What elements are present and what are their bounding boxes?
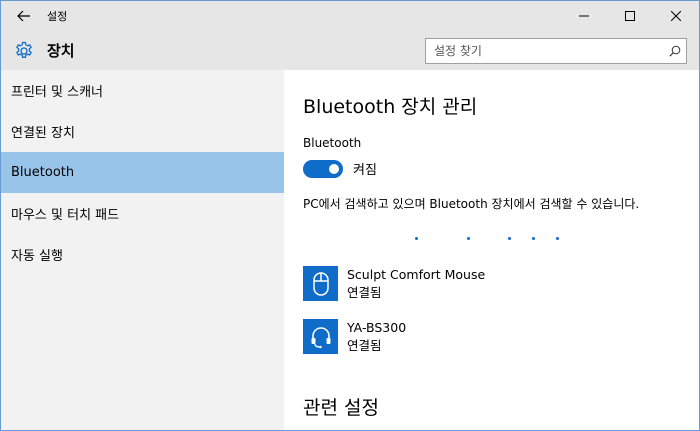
toggle-state-label: 켜짐 [353, 163, 377, 178]
bluetooth-toggle[interactable] [303, 159, 343, 178]
header-icon-wrap [1, 41, 47, 61]
sidebar-item-connected-devices[interactable]: 연결된 장치 [1, 111, 284, 152]
device-text: Sculpt Comfort Mouse 연결됨 [347, 266, 485, 302]
back-button[interactable] [1, 1, 47, 31]
sidebar-item-label: Bluetooth [11, 165, 75, 180]
settings-window: 설정 장치 설정 찾기 프린터 및 스캐너 연결된 장치 Bluetooth 마… [0, 0, 700, 431]
related-settings-heading: 관련 설정 [303, 397, 379, 419]
device-status: 연결됨 [347, 338, 382, 353]
searching-progress-indicator [303, 237, 693, 243]
page-title: 장치 [47, 42, 75, 60]
section-heading: Bluetooth 장치 관리 [303, 96, 478, 118]
sidebar-item-label: 프린터 및 스캐너 [11, 85, 103, 100]
page-header: 장치 [1, 31, 699, 70]
device-icon-tile [303, 266, 338, 301]
sidebar-item-bluetooth[interactable]: Bluetooth [1, 152, 284, 193]
window-title: 설정 [47, 10, 68, 23]
headset-icon [311, 326, 330, 348]
device-item-mouse[interactable]: Sculpt Comfort Mouse 연결됨 [303, 266, 485, 302]
title-bar: 설정 [1, 1, 699, 31]
search-input[interactable] [426, 39, 664, 63]
close-icon [671, 11, 681, 21]
progress-dot [467, 237, 470, 240]
device-icon-tile [303, 319, 338, 354]
progress-dot [556, 237, 559, 240]
search-box[interactable] [425, 38, 687, 64]
progress-dot [508, 237, 511, 240]
sidebar-item-mouse-touchpad[interactable]: 마우스 및 터치 패드 [1, 193, 284, 234]
back-arrow-icon [17, 10, 30, 22]
bluetooth-label: Bluetooth [303, 136, 362, 150]
bluetooth-toggle-row: 켜짐 [303, 159, 377, 178]
device-name: YA-BS300 [347, 320, 407, 335]
device-status: 연결됨 [347, 285, 382, 300]
gear-icon [16, 41, 32, 58]
device-text: YA-BS300 연결됨 [347, 319, 406, 355]
search-icon [669, 45, 681, 57]
toggle-knob [329, 163, 339, 174]
mouse-icon [312, 271, 329, 296]
progress-dot [415, 237, 418, 240]
sidebar: 프린터 및 스캐너 연결된 장치 Bluetooth 마우스 및 터치 패드 자… [1, 70, 284, 430]
maximize-icon [625, 11, 635, 21]
main-content: Bluetooth 장치 관리 Bluetooth 켜짐 PC에서 검색하고 있… [284, 70, 699, 430]
minimize-button[interactable] [561, 1, 607, 31]
maximize-button[interactable] [607, 1, 653, 31]
device-name: Sculpt Comfort Mouse [347, 267, 486, 282]
discovery-status-text: PC에서 검색하고 있으며 Bluetooth 장치에서 검색할 수 있습니다. [303, 197, 640, 211]
device-item-headset[interactable]: YA-BS300 연결됨 [303, 319, 406, 355]
sidebar-item-label: 마우스 및 터치 패드 [11, 208, 120, 223]
sidebar-item-printers[interactable]: 프린터 및 스캐너 [1, 70, 284, 111]
minimize-icon [579, 15, 589, 17]
sidebar-item-label: 연결된 장치 [11, 126, 75, 141]
progress-dot [532, 237, 535, 240]
search-button[interactable] [664, 45, 686, 57]
sidebar-item-label: 자동 실행 [11, 249, 63, 264]
close-button[interactable] [653, 1, 699, 31]
sidebar-item-autoplay[interactable]: 자동 실행 [1, 234, 284, 275]
